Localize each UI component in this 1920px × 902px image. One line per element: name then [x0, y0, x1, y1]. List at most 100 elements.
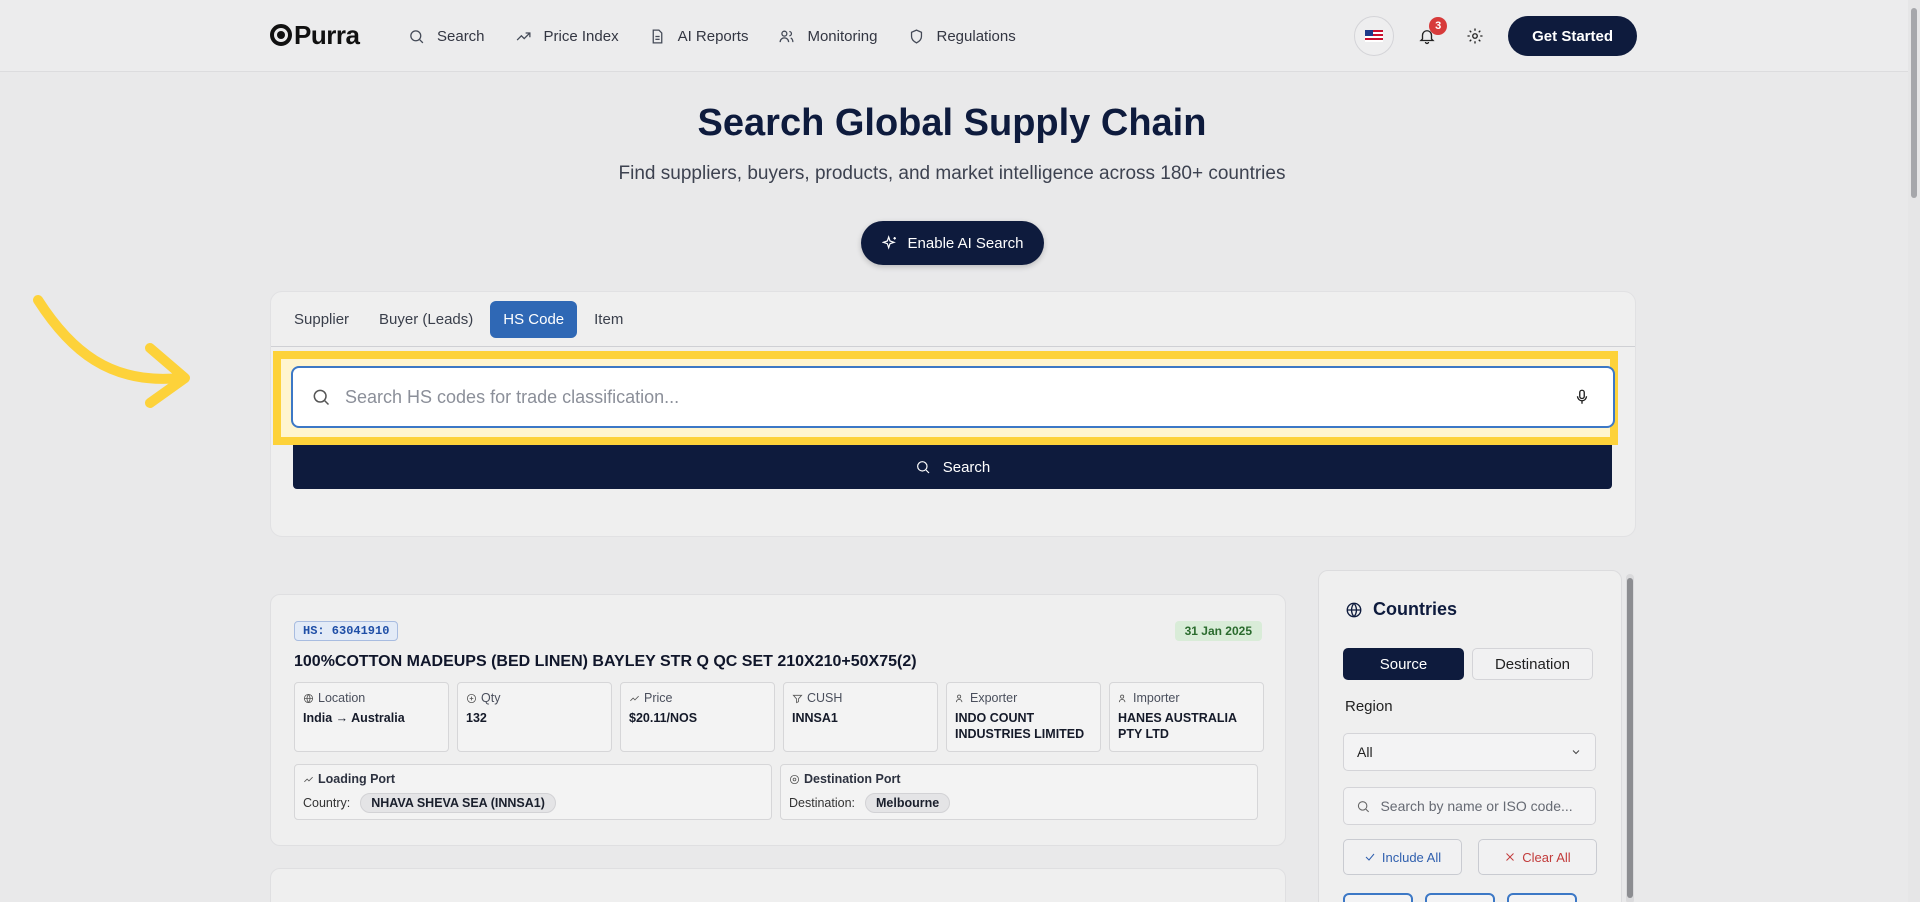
field-value: INNSA1: [792, 711, 838, 725]
get-started-button[interactable]: Get Started: [1508, 16, 1637, 56]
notification-count-badge: 3: [1429, 17, 1448, 35]
users-icon: [955, 694, 963, 702]
trend-icon: [304, 776, 313, 782]
field-value[interactable]: HANES AUSTRALIA PTY LTD: [1118, 710, 1255, 742]
filter-icon: [792, 694, 803, 703]
document-icon: [652, 28, 662, 44]
result-fields: Location India → Australia Qty 132 Price…: [294, 682, 1264, 752]
tab-hs-code[interactable]: HS Code: [490, 300, 578, 338]
field-value[interactable]: INDO COUNT INDUSTRIES LIMITED: [955, 710, 1092, 742]
globe-icon: [303, 693, 314, 703]
field-location: Location India → Australia: [294, 682, 449, 752]
destination-toggle[interactable]: Destination: [1472, 648, 1593, 680]
region-select-value: All: [1357, 744, 1373, 760]
country-chips: [1343, 893, 1577, 902]
enable-ai-search-button[interactable]: Enable AI Search: [861, 221, 1044, 265]
result-ports: Loading Port Country: NHAVA SHEVA SEA (I…: [294, 764, 1258, 820]
destination-port-chip: Melbourne: [865, 793, 951, 813]
nav-item-label: Price Index: [543, 27, 619, 45]
field-value: India → Australia: [303, 711, 405, 725]
logo-mark-icon: [270, 24, 292, 46]
nav-item-price-index[interactable]: Price Index: [515, 28, 619, 45]
nav-item-search[interactable]: Search: [408, 28, 485, 45]
box-icon: [466, 693, 477, 703]
page-scrollbar[interactable]: [1908, 0, 1920, 902]
page-subtitle: Find suppliers, buyers, products, and ma…: [618, 163, 1286, 184]
search-icon: [1357, 800, 1370, 812]
search-icon: [313, 389, 330, 406]
region-label: Region: [1345, 698, 1393, 715]
check-icon: [1365, 853, 1375, 861]
country-search-field[interactable]: [1343, 787, 1596, 825]
destination-port-key: Destination:: [789, 796, 856, 810]
loading-port-chip: NHAVA SHEVA SEA (INNSA1): [360, 793, 556, 813]
region-select[interactable]: All: [1343, 733, 1596, 771]
trend-icon: [516, 31, 531, 40]
search-icon: [916, 461, 930, 474]
tab-item[interactable]: Item: [581, 301, 636, 338]
panel-scrollbar[interactable]: [1626, 574, 1634, 902]
brand-logo[interactable]: Purra: [270, 19, 360, 50]
countries-filter-panel: Countries Source Destination Region All …: [1318, 570, 1622, 902]
country-chip[interactable]: [1425, 893, 1495, 902]
nav-item-label: Regulations: [936, 27, 1016, 45]
nav-item-label: AI Reports: [677, 27, 749, 45]
country-actions: Include All Clear All: [1343, 839, 1597, 875]
trade-result-card[interactable]: [270, 868, 1286, 902]
globe-icon: [1346, 602, 1362, 617]
search-submit-label: Search: [942, 458, 991, 476]
search-icon: [410, 29, 424, 43]
nav-item-ai-reports[interactable]: AI Reports: [649, 27, 749, 45]
nav-item-monitoring[interactable]: Monitoring: [778, 27, 878, 45]
trend-icon: [630, 695, 639, 701]
tab-buyer-leads[interactable]: Buyer (Leads): [366, 301, 486, 338]
hs-code-tag: HS: 63041910: [294, 621, 399, 641]
source-destination-toggle: Source Destination: [1343, 648, 1593, 680]
field-value: 132: [466, 711, 487, 725]
users-icon: [1118, 694, 1126, 702]
brand-name: Purra: [294, 19, 360, 50]
sparkle-icon: [881, 235, 896, 250]
top-navigation-bar: Purra Search Price Index AI Reports Moni…: [0, 0, 1920, 72]
result-title[interactable]: 100%COTTON MADEUPS (BED LINEN) BAYLEY ST…: [294, 653, 917, 671]
search-tabs: Supplier Buyer (Leads) HS Code Item: [271, 292, 1635, 347]
nav-item-label: Search: [437, 27, 485, 45]
microphone-icon[interactable]: [1573, 388, 1591, 406]
nav-item-regulations[interactable]: Regulations: [908, 28, 1016, 45]
users-icon: [779, 30, 794, 42]
country-chip[interactable]: [1343, 893, 1413, 902]
field-importer: Importer HANES AUSTRALIA PTY LTD: [1109, 682, 1264, 752]
nav-item-label: Monitoring: [807, 27, 878, 45]
destination-port: Destination Port Destination: Melbourne: [780, 764, 1258, 820]
loading-port: Loading Port Country: NHAVA SHEVA SEA (I…: [294, 764, 772, 820]
source-toggle[interactable]: Source: [1343, 648, 1464, 680]
hs-code-search-input[interactable]: [331, 368, 1573, 426]
clear-all-button[interactable]: Clear All: [1478, 839, 1597, 875]
field-cush: CUSH INNSA1: [783, 682, 938, 752]
trade-result-card[interactable]: HS: 63041910 31 Jan 2025 100%COTTON MADE…: [270, 594, 1286, 846]
country-search-input[interactable]: [1380, 798, 1583, 814]
main-nav: Search Price Index AI Reports Monitoring…: [408, 0, 1016, 72]
country-chip[interactable]: [1507, 893, 1577, 902]
loading-port-key: Country:: [303, 796, 351, 810]
language-selector[interactable]: [1354, 16, 1395, 56]
close-icon: [1506, 853, 1515, 861]
include-all-button[interactable]: Include All: [1343, 839, 1462, 875]
annotation-arrow-icon: [33, 295, 190, 408]
tab-supplier[interactable]: Supplier: [281, 301, 362, 338]
search-field[interactable]: [291, 366, 1615, 428]
header-tools: 3 Get Started: [1354, 16, 1637, 56]
enable-ai-search-label: Enable AI Search: [907, 234, 1024, 252]
settings-button[interactable]: [1460, 21, 1490, 51]
field-price: Price $20.11/NOS: [620, 682, 775, 752]
us-flag-icon: [1365, 30, 1384, 42]
page-title: Search Global Supply Chain: [697, 102, 1207, 144]
field-value: $20.11/NOS: [629, 711, 698, 725]
search-submit-button[interactable]: Search: [293, 445, 1612, 489]
shield-icon: [910, 28, 922, 44]
notifications-button[interactable]: 3: [1412, 17, 1448, 51]
gear-icon: [1467, 28, 1483, 44]
countries-title: Countries: [1345, 599, 1457, 620]
field-qty: Qty 132: [457, 682, 612, 752]
field-exporter: Exporter INDO COUNT INDUSTRIES LIMITED: [946, 682, 1101, 752]
